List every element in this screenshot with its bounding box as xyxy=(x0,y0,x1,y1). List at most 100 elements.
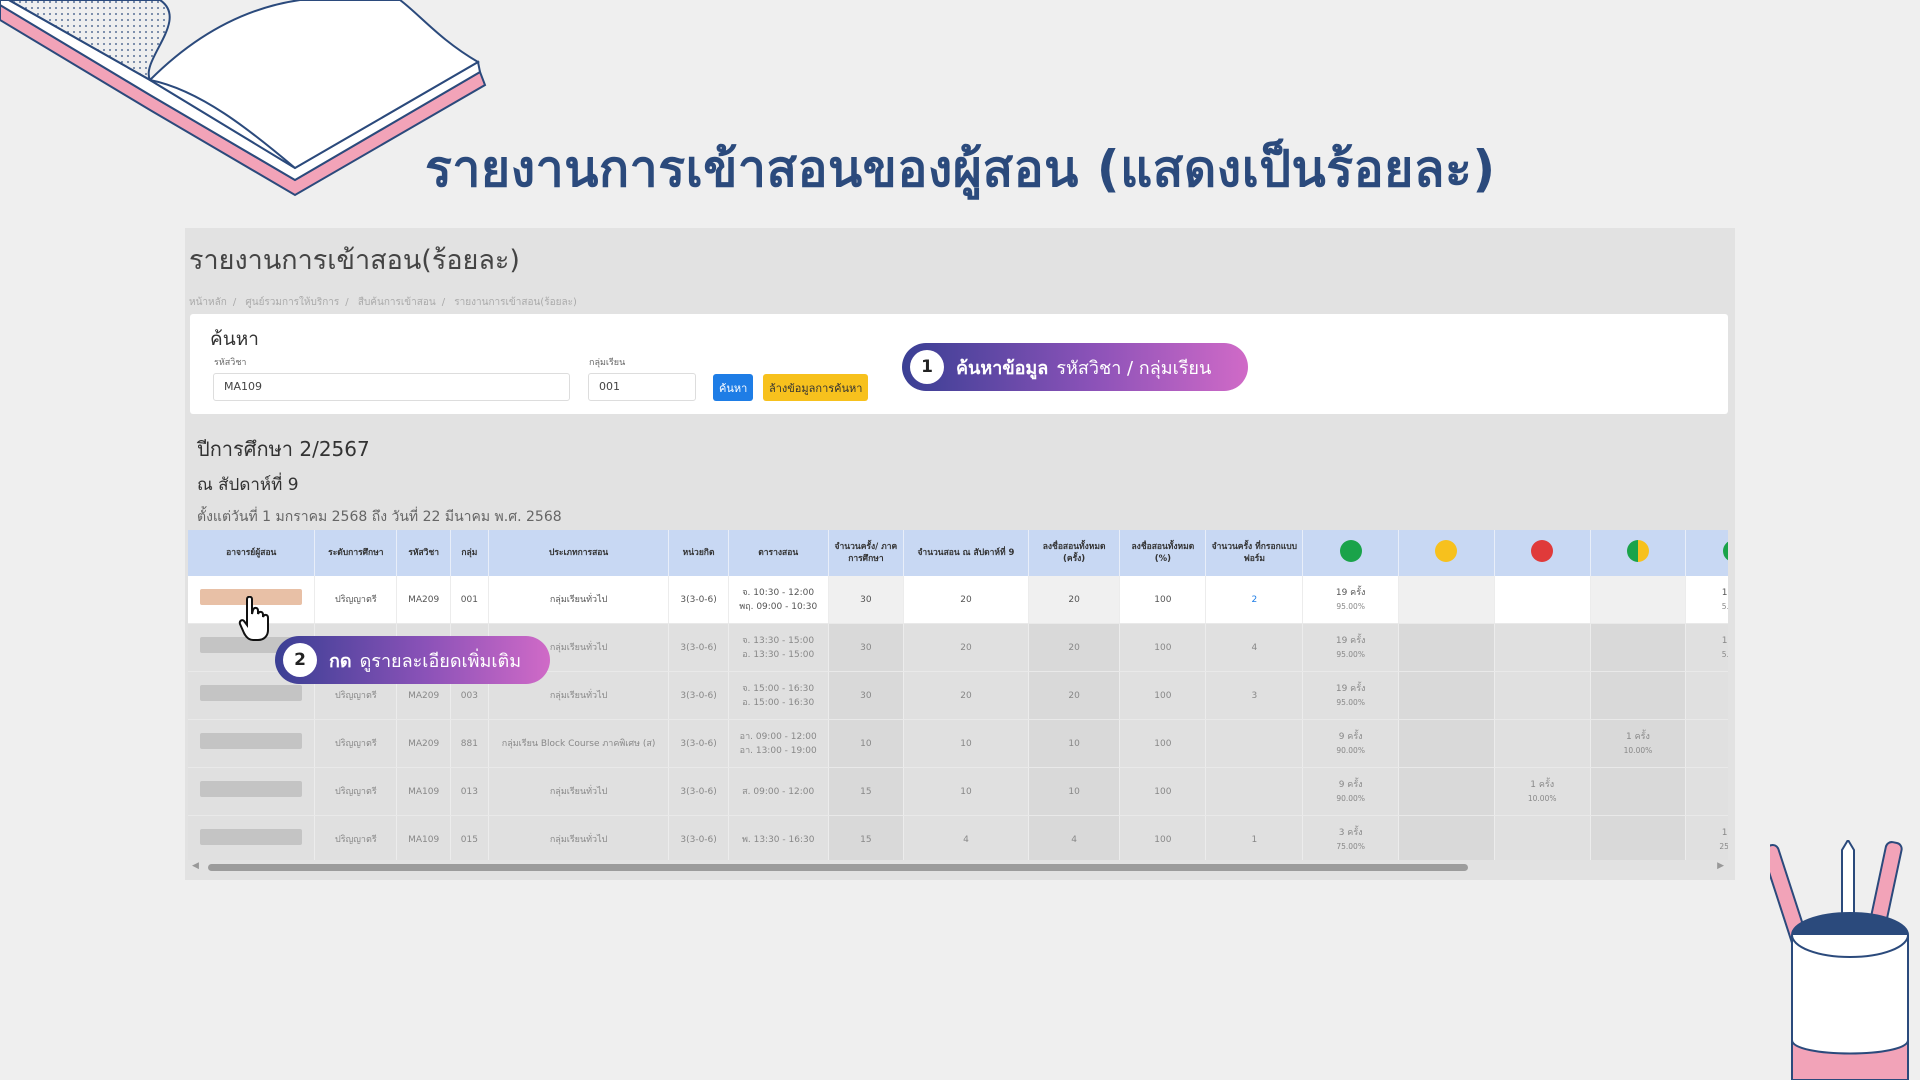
form-times-cell[interactable] xyxy=(1205,767,1304,816)
status-green-yellow-cell xyxy=(1590,671,1687,720)
times-semester-cell: 15 xyxy=(828,815,905,860)
teacher-name-redacted[interactable] xyxy=(200,829,303,845)
teacher-name-redacted[interactable] xyxy=(200,781,303,797)
type-cell: กลุ่มเรียนทั่วไป xyxy=(488,815,670,860)
breadcrumb-home[interactable]: หน้าหลัก xyxy=(189,297,227,308)
search-button[interactable]: ค้นหา xyxy=(713,374,754,401)
course-cell: MA209 xyxy=(396,719,452,768)
signed-times-cell: 10 xyxy=(1028,767,1121,816)
clear-search-button[interactable]: ล้างข้อมูลการค้นหา xyxy=(763,374,869,401)
times-semester-cell: 30 xyxy=(828,623,905,672)
teacher-cell[interactable] xyxy=(188,815,316,860)
credits-cell: 3(3-0-6) xyxy=(668,815,729,860)
course-code-input[interactable]: MA109 xyxy=(213,373,570,401)
status-red-cell xyxy=(1494,623,1591,672)
search-title: ค้นหา xyxy=(210,328,259,350)
callout-details-bold: กด xyxy=(329,650,352,672)
form-times-cell[interactable]: 2 xyxy=(1205,576,1304,624)
group-cell: 013 xyxy=(450,767,489,816)
col-signed-times: ลงชื่อสอนทั้งหมด (ครั้ง) xyxy=(1028,530,1121,576)
date-range: ตั้งแต่วันที่ 1 มกราคม 2568 ถึง วันที่ 2… xyxy=(197,509,562,525)
status-green-yellow-cell: 1 ครั้ง 10.00% xyxy=(1590,719,1687,768)
credits-cell: 3(3-0-6) xyxy=(668,623,729,672)
callout-details-text: ดูรายละเอียดเพิ่มเติม xyxy=(359,650,522,672)
status-green-red-cell xyxy=(1685,671,1728,720)
status-red-cell xyxy=(1494,671,1591,720)
times-week-cell: 20 xyxy=(903,671,1029,720)
step-two-badge: 2 xyxy=(283,643,317,677)
times-semester-cell: 15 xyxy=(828,767,905,816)
status-red-cell: 1 ครั้ง 10.00% xyxy=(1494,767,1591,816)
group-input[interactable]: 001 xyxy=(588,373,696,401)
form-times-link[interactable]: 2 xyxy=(1251,595,1257,605)
status-green-cell: 3 ครั้ง 75.00% xyxy=(1302,815,1400,860)
teacher-cell[interactable] xyxy=(188,767,316,816)
page-header: รายงานการเข้าสอน(ร้อยละ) หน้าหลัก / ศูนย์… xyxy=(185,228,1735,312)
table-row[interactable]: ปริญญาตรี MA109 013 กลุ่มเรียนทั่วไป 3(3… xyxy=(188,767,1728,816)
hand-cursor-icon xyxy=(238,596,269,641)
callout-details: 2 กด ดูรายละเอียดเพิ่มเติม xyxy=(275,636,550,684)
schedule-cell: ส. 09:00 - 12:00 xyxy=(728,767,829,816)
status-green-cell: 19 ครั้ง 95.00% xyxy=(1302,576,1400,624)
status-green-red-cell: 1 ครั้ง5.00% xyxy=(1685,576,1728,624)
status-green-cell: 19 ครั้ง 95.00% xyxy=(1302,623,1400,672)
col-signed-pct: ลงชื่อสอนทั้งหมด (%) xyxy=(1119,530,1207,576)
table-row[interactable]: ปริญญาตรี MA209 001 กลุ่มเรียนทั่วไป 3(3… xyxy=(188,576,1728,624)
form-times-link[interactable]: 3 xyxy=(1251,691,1257,701)
group-label: กลุ่มเรียน xyxy=(589,358,626,368)
status-yellow-cell xyxy=(1398,623,1495,672)
scrollbar-thumb[interactable] xyxy=(208,864,1468,871)
type-cell: กลุ่มเรียน Block Course ภาคพิเศษ (ส) xyxy=(488,719,670,768)
book-illustration xyxy=(0,0,487,197)
group-cell: 001 xyxy=(450,576,489,624)
teacher-cell[interactable] xyxy=(188,719,316,768)
status-green-red-cell xyxy=(1685,767,1728,816)
course-cell: MA109 xyxy=(396,767,452,816)
col-times-semester: จำนวนครั้ง/ ภาคการศึกษา xyxy=(828,530,905,576)
pencil-cup-illustration xyxy=(1770,840,1909,1080)
teacher-name-redacted[interactable] xyxy=(200,733,303,749)
status-yellow-cell xyxy=(1398,576,1495,624)
scroll-right-icon[interactable]: ▶ xyxy=(1717,861,1724,871)
col-status-green-red xyxy=(1685,530,1728,576)
breadcrumb-search-attendance[interactable]: สืบค้นการเข้าสอน xyxy=(358,297,436,308)
table-row[interactable]: ปริญญาตรี MA209 881 กลุ่มเรียน Block Cou… xyxy=(188,719,1728,768)
callout-search: 1 ค้นหาข้อมูล รหัสวิชา / กลุ่มเรียน xyxy=(902,343,1248,391)
type-cell: กลุ่มเรียนทั่วไป xyxy=(488,767,670,816)
form-times-cell[interactable]: 4 xyxy=(1205,623,1304,672)
table-horizontal-scrollbar[interactable]: ◀ ▶ xyxy=(188,860,1728,874)
group-cell: 881 xyxy=(450,719,489,768)
credits-cell: 3(3-0-6) xyxy=(668,719,729,768)
credits-cell: 3(3-0-6) xyxy=(668,671,729,720)
breadcrumb: หน้าหลัก / ศูนย์รวมการให้บริการ / สืบค้นกา… xyxy=(189,297,577,308)
col-schedule: ตารางสอน xyxy=(728,530,829,576)
breadcrumb-current: รายงานการเข้าสอน(ร้อยละ) xyxy=(454,297,577,308)
col-status-green xyxy=(1302,530,1400,576)
form-times-link[interactable]: 1 xyxy=(1251,835,1257,845)
form-times-cell[interactable] xyxy=(1205,719,1304,768)
current-week: ณ สัปดาห์ที่ 9 xyxy=(197,475,299,495)
status-green-red-cell xyxy=(1685,719,1728,768)
col-level: ระดับการศึกษา xyxy=(314,530,398,576)
callout-search-bold: ค้นหาข้อมูล xyxy=(956,357,1049,379)
schedule-cell: จ. 13:30 - 15:00 อ. 13:30 - 15:00 xyxy=(728,623,829,672)
status-red-cell xyxy=(1494,576,1591,624)
green-yellow-dot-icon xyxy=(1626,540,1649,562)
table-row[interactable]: ปริญญาตรี MA109 015 กลุ่มเรียนทั่วไป 3(3… xyxy=(188,815,1728,860)
callout-search-text: รหัสวิชา / กลุ่มเรียน xyxy=(1056,357,1212,379)
signed-times-cell: 20 xyxy=(1028,623,1121,672)
scroll-left-icon[interactable]: ◀ xyxy=(192,861,199,871)
col-credits: หน่วยกิต xyxy=(668,530,729,576)
form-times-cell[interactable]: 3 xyxy=(1205,671,1304,720)
course-cell: MA209 xyxy=(396,576,452,624)
breadcrumb-service-center[interactable]: ศูนย์รวมการให้บริการ xyxy=(245,297,339,308)
form-times-link[interactable]: 4 xyxy=(1251,643,1257,653)
slide-title: รายงานการเข้าสอนของผู้สอน (แสดงเป็นร้อยล… xyxy=(425,140,1496,198)
signed-pct-cell: 100 xyxy=(1119,767,1207,816)
level-cell: ปริญญาตรี xyxy=(314,719,398,768)
status-green-yellow-cell xyxy=(1590,576,1687,624)
teacher-name-redacted[interactable] xyxy=(200,685,303,701)
col-teacher: อาจารย์ผู้สอน xyxy=(188,530,316,576)
form-times-cell[interactable]: 1 xyxy=(1205,815,1304,860)
times-week-cell: 10 xyxy=(903,719,1029,768)
